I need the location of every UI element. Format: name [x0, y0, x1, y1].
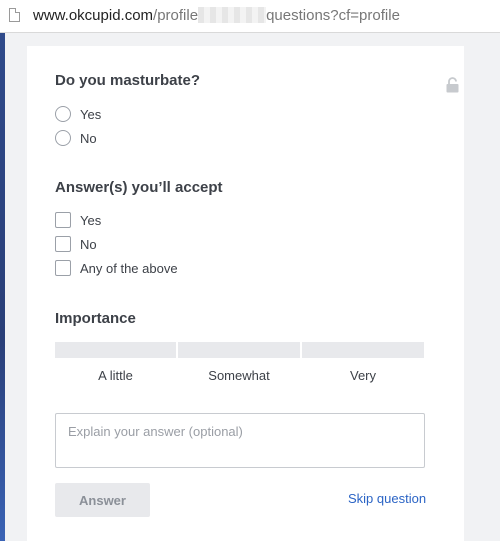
url-path-start: /profile [153, 7, 199, 24]
importance-bar-a-little[interactable] [55, 342, 176, 358]
checkbox-any[interactable] [55, 260, 71, 276]
answer-option-label: No [80, 130, 97, 146]
accept-option-no[interactable]: No [55, 235, 97, 253]
accept-option-label: Yes [80, 212, 102, 228]
checkbox-no[interactable] [55, 236, 71, 252]
browser-url-bar[interactable]: www.okcupid.com/profile questions?cf=prof… [0, 0, 500, 33]
page-icon [9, 8, 20, 22]
skip-question-link[interactable]: Skip question [348, 491, 426, 506]
url-host: www.okcupid.com [33, 7, 154, 24]
accept-option-label: No [80, 236, 97, 252]
accept-option-any[interactable]: Any of the above [55, 259, 178, 277]
importance-title: Importance [55, 310, 136, 327]
answer-button[interactable]: Answer [55, 483, 150, 517]
accept-option-label: Any of the above [80, 260, 178, 276]
url-redacted-segment [198, 7, 267, 23]
explain-placeholder: Explain your answer (optional) [68, 424, 243, 439]
radio-yes[interactable] [55, 106, 71, 122]
answer-option-no[interactable]: No [55, 129, 97, 147]
answer-option-yes[interactable]: Yes [55, 105, 101, 123]
importance-label-very[interactable]: Very [302, 368, 424, 383]
importance-bar-very[interactable] [302, 342, 424, 358]
importance-bar-somewhat[interactable] [178, 342, 300, 358]
importance-label-somewhat[interactable]: Somewhat [178, 368, 300, 383]
question-title: Do you masturbate? [55, 72, 201, 89]
radio-no[interactable] [55, 130, 71, 146]
accept-option-yes[interactable]: Yes [55, 211, 101, 229]
question-card: Do you masturbate? Yes No Answer(s) you’… [27, 46, 464, 541]
url-path-end: questions?cf=profile [266, 7, 400, 24]
lock-icon[interactable] [446, 77, 459, 93]
importance-label-a-little[interactable]: A little [55, 368, 176, 383]
accept-title: Answer(s) you’ll accept [55, 179, 223, 196]
checkbox-yes[interactable] [55, 212, 71, 228]
explain-answer-input[interactable]: Explain your answer (optional) [55, 413, 425, 468]
url-text[interactable]: www.okcupid.com/profile questions?cf=prof… [33, 7, 400, 25]
answer-option-label: Yes [80, 106, 102, 122]
left-sidebar-strip [0, 33, 5, 541]
